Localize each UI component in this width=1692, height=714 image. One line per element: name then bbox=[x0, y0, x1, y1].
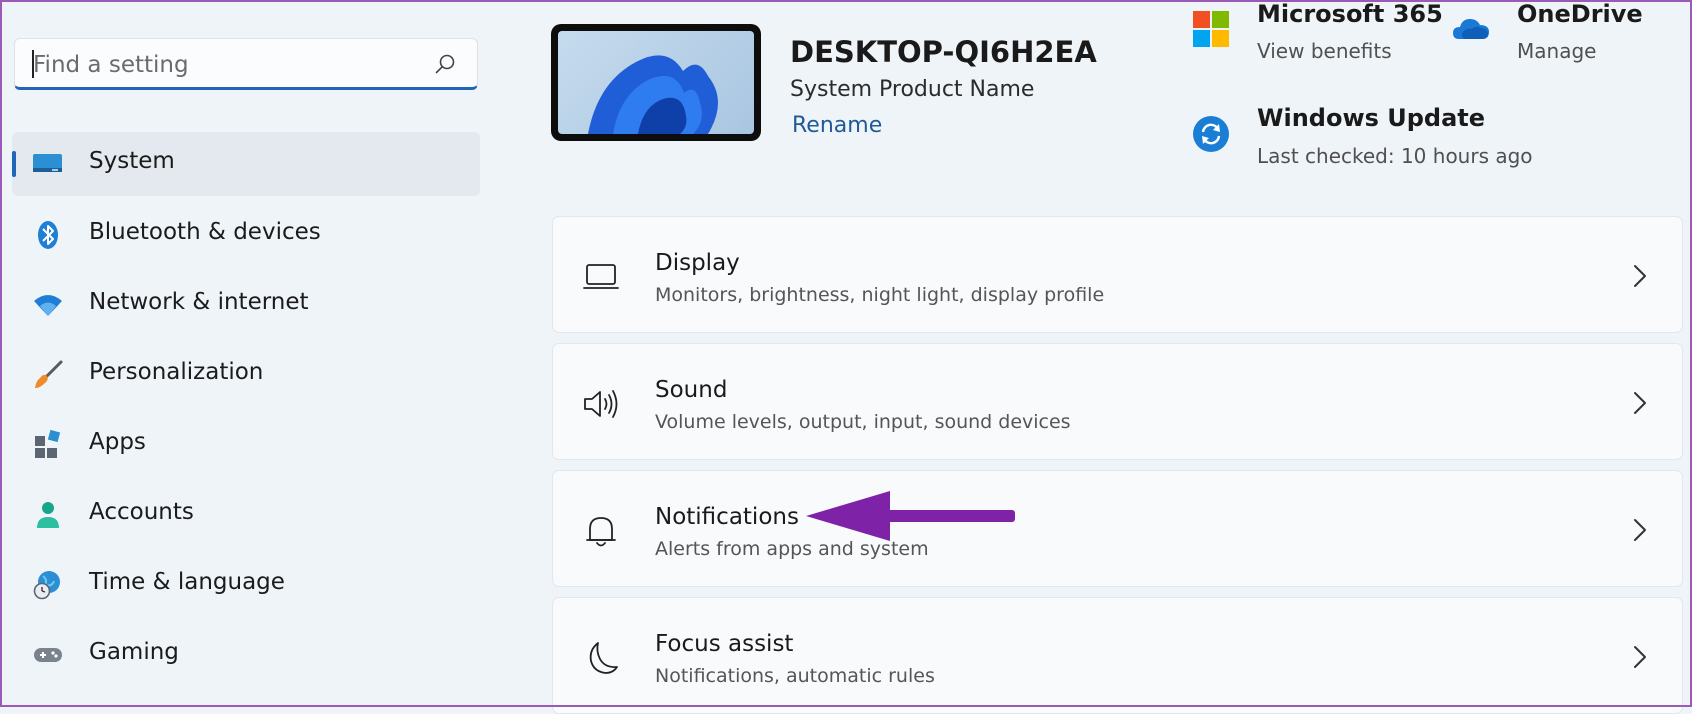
gamepad-icon bbox=[34, 648, 62, 662]
bell-icon bbox=[586, 517, 616, 547]
sidebar-item-label: Gaming bbox=[89, 639, 179, 665]
cloud-icon[interactable] bbox=[1452, 10, 1490, 48]
sidebar-item-label: Bluetooth & devices bbox=[89, 219, 321, 245]
sidebar-item-label: Time & language bbox=[89, 569, 285, 595]
search-input[interactable] bbox=[31, 39, 435, 90]
sync-icon[interactable] bbox=[1192, 115, 1230, 153]
sidebar-item-label: System bbox=[89, 148, 175, 174]
onedrive-subtitle[interactable]: Manage bbox=[1517, 39, 1596, 63]
sidebar-item-personalization[interactable]: Personalization bbox=[12, 343, 480, 407]
sidebar-item-label: Apps bbox=[89, 429, 146, 455]
device-model: System Product Name bbox=[790, 77, 1035, 102]
sidebar-item-gaming[interactable]: Gaming bbox=[12, 623, 480, 687]
chevron-right-icon bbox=[1634, 519, 1646, 541]
card-title: Display bbox=[655, 250, 740, 276]
windows-update-title[interactable]: Windows Update bbox=[1257, 104, 1485, 132]
sidebar-item-network-internet[interactable]: Network & internet bbox=[12, 273, 480, 337]
sidebar-item-apps[interactable]: Apps bbox=[12, 413, 480, 477]
brush-icon bbox=[35, 360, 63, 388]
bloom-wallpaper bbox=[588, 55, 718, 134]
windows-update-status: Last checked: 10 hours ago bbox=[1257, 144, 1533, 168]
device-name: DESKTOP-QI6H2EA bbox=[790, 35, 1097, 69]
annotation-arrow-icon bbox=[806, 491, 1015, 541]
microsoft365-title[interactable]: Microsoft 365 bbox=[1257, 0, 1443, 28]
globe-clock-icon bbox=[33, 571, 60, 600]
active-indicator bbox=[12, 151, 16, 177]
settings-card-focus-assist[interactable]: Focus assist Notifications, automatic ru… bbox=[552, 597, 1683, 714]
laptop-icon bbox=[583, 264, 619, 289]
text-caret bbox=[32, 50, 34, 78]
card-subtitle: Monitors, brightness, night light, displ… bbox=[655, 284, 1105, 306]
device-thumbnail bbox=[551, 24, 761, 141]
sidebar-item-label: Network & internet bbox=[89, 289, 309, 315]
wifi-icon bbox=[34, 295, 62, 316]
microsoft365-subtitle[interactable]: View benefits bbox=[1257, 39, 1392, 63]
card-subtitle: Volume levels, output, input, sound devi… bbox=[655, 411, 1071, 433]
chevron-right-icon bbox=[1634, 646, 1646, 668]
chevron-right-icon bbox=[1634, 392, 1646, 414]
sidebar-item-system[interactable]: System bbox=[12, 132, 480, 196]
card-title: Sound bbox=[655, 377, 728, 403]
settings-card-display[interactable]: Display Monitors, brightness, night ligh… bbox=[552, 216, 1683, 333]
search-box[interactable] bbox=[14, 38, 478, 90]
wallpaper-preview bbox=[558, 31, 754, 134]
sidebar-item-time-language[interactable]: Time & language bbox=[12, 553, 480, 617]
chevron-right-icon bbox=[1634, 265, 1646, 287]
moon-icon bbox=[589, 642, 618, 674]
rename-link[interactable]: Rename bbox=[792, 113, 882, 138]
sidebar-item-accounts[interactable]: Accounts bbox=[12, 483, 480, 547]
system-monitor-icon bbox=[33, 154, 62, 172]
card-subtitle: Notifications, automatic rules bbox=[655, 665, 935, 687]
card-title: Notifications bbox=[655, 504, 799, 530]
search-icon[interactable] bbox=[433, 52, 457, 76]
settings-card-notifications[interactable]: Notifications Alerts from apps and syste… bbox=[552, 470, 1683, 587]
settings-card-sound[interactable]: Sound Volume levels, output, input, soun… bbox=[552, 343, 1683, 460]
card-title: Focus assist bbox=[655, 631, 794, 657]
sidebar-item-label: Accounts bbox=[89, 499, 194, 525]
sidebar-item-label: Personalization bbox=[89, 359, 264, 385]
speaker-icon bbox=[584, 390, 618, 418]
bluetooth-icon bbox=[38, 221, 58, 249]
microsoft-logo-icon[interactable] bbox=[1192, 10, 1230, 48]
sidebar-item-bluetooth-devices[interactable]: Bluetooth & devices bbox=[12, 203, 480, 267]
apps-icon bbox=[35, 429, 61, 458]
person-icon bbox=[37, 502, 59, 528]
onedrive-title[interactable]: OneDrive bbox=[1517, 0, 1643, 28]
